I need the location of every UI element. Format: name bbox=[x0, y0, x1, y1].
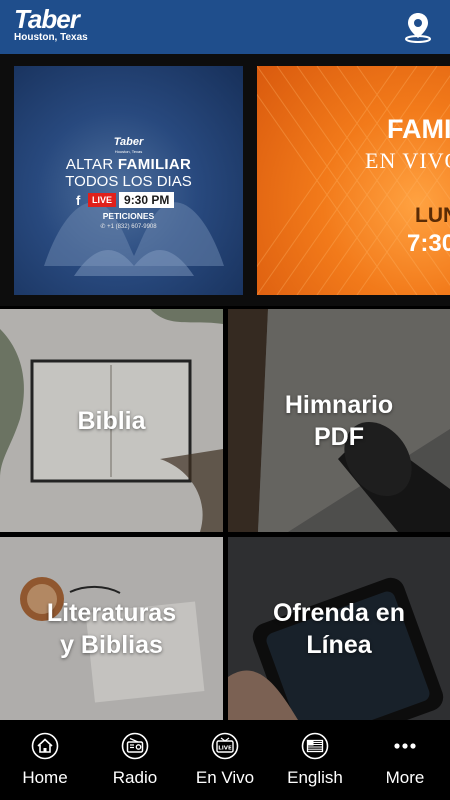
radio-icon bbox=[121, 732, 149, 760]
slide2-line1: FAMILIA bbox=[387, 114, 450, 144]
tile-label: Himnario PDF bbox=[228, 389, 450, 453]
map-pin-icon bbox=[405, 13, 431, 43]
time-badge: 9:30 PM bbox=[119, 192, 175, 208]
bottom-navigation: Home Radio LIVE En Vivo English More bbox=[0, 720, 450, 800]
nav-english[interactable]: English bbox=[270, 720, 360, 800]
home-icon bbox=[31, 732, 59, 760]
logo-wordmark: Taber bbox=[14, 4, 80, 34]
svg-text:LIVE: LIVE bbox=[218, 746, 232, 752]
slide-title-line1: ALTAR FAMILIAR bbox=[14, 156, 243, 173]
orange-pattern-image bbox=[257, 66, 450, 295]
tile-label-line: Línea bbox=[306, 630, 372, 659]
tile-label-line: Himnario bbox=[284, 390, 394, 419]
live-badge: LIVE bbox=[88, 193, 117, 207]
location-button[interactable] bbox=[402, 11, 434, 43]
tile-label: Literaturas y Biblias bbox=[0, 597, 223, 661]
slide-logo-sub: Houston, Texas bbox=[114, 149, 143, 154]
tile-label-line: y Biblias bbox=[60, 630, 163, 659]
live-row: f LIVE 9:30 PM bbox=[76, 192, 175, 208]
slide-title-bold: FAMILIAR bbox=[117, 156, 192, 173]
slide-title-line2: TODOS LOS DIAS bbox=[65, 173, 192, 190]
tile-label-line: Biblia bbox=[77, 406, 146, 435]
banner-carousel[interactable]: Taber Houston, Texas ALTAR FAMILIAR TODO… bbox=[0, 54, 450, 306]
banner-familia-en-vivo[interactable]: FAMILIA EN VIVO LUNES 7:30 PM bbox=[257, 66, 450, 295]
tile-label: Ofrenda en Línea bbox=[228, 597, 450, 661]
logo-location: Houston, Texas bbox=[14, 32, 88, 43]
nav-en-vivo[interactable]: LIVE En Vivo bbox=[180, 720, 270, 800]
slide-logo: Taber bbox=[113, 136, 144, 148]
tile-biblia[interactable]: Biblia bbox=[0, 309, 223, 532]
nav-home[interactable]: Home bbox=[0, 720, 90, 800]
peticiones-label: PETICIONES bbox=[102, 211, 155, 221]
nav-label: En Vivo bbox=[195, 768, 255, 787]
nav-label: Home bbox=[22, 768, 68, 787]
flag-icon bbox=[301, 732, 329, 760]
slide2-line3: LUNES bbox=[415, 204, 450, 227]
phone-number: ✆ +1 (832) 607-9908 bbox=[100, 224, 157, 230]
nav-label: English bbox=[287, 768, 343, 787]
slide-title-prefix: ALTAR bbox=[65, 156, 118, 173]
tile-label-line: Ofrenda en bbox=[273, 598, 405, 627]
app-header: Taber Houston, Texas bbox=[0, 0, 450, 54]
slide2-line2: EN VIVO bbox=[365, 148, 450, 173]
tile-literaturas[interactable]: Literaturas y Biblias bbox=[0, 537, 223, 720]
nav-label: More bbox=[385, 768, 425, 787]
app-logo[interactable]: Taber Houston, Texas bbox=[14, 6, 88, 44]
more-icon bbox=[394, 743, 416, 749]
live-tv-icon: LIVE bbox=[211, 732, 239, 760]
nav-more[interactable]: More bbox=[360, 720, 450, 800]
tile-himnario-pdf[interactable]: Himnario PDF bbox=[228, 309, 450, 532]
tile-label-line: Literaturas bbox=[46, 598, 177, 627]
tile-label: Biblia bbox=[0, 405, 223, 437]
banner-altar-familiar[interactable]: Taber Houston, Texas ALTAR FAMILIAR TODO… bbox=[14, 66, 243, 295]
tile-ofrenda-en-linea[interactable]: Ofrenda en Línea bbox=[228, 537, 450, 720]
nav-radio[interactable]: Radio bbox=[90, 720, 180, 800]
slide2-line4: 7:30 PM bbox=[407, 230, 450, 257]
tile-label-line: PDF bbox=[314, 422, 364, 451]
nav-label: Radio bbox=[112, 768, 158, 787]
facebook-icon: f bbox=[76, 192, 81, 208]
